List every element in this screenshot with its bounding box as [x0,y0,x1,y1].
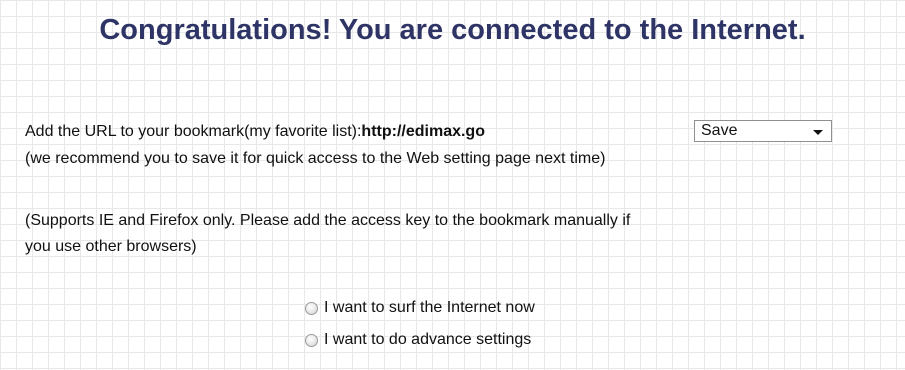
recommend-note: (we recommend you to save it for quick a… [25,150,606,167]
chevron-down-icon [813,130,823,135]
bookmark-url: http://edimax.go [361,123,485,140]
bookmark-action-value: Save [701,122,738,139]
radio-advance-settings[interactable] [305,333,318,347]
bookmark-prefix: Add the URL to your bookmark(my favorite… [25,123,362,140]
option-surf-label: I want to surf the Internet now [324,299,535,316]
page-title: Congratulations! You are connected to th… [99,14,806,46]
radio-surf-internet[interactable] [305,301,318,315]
option-surf-internet[interactable]: I want to surf the Internet now [305,298,535,318]
option-advance-settings[interactable]: I want to do advance settings [305,330,531,350]
support-note-line2: you use other browsers) [25,238,197,255]
option-advance-label: I want to do advance settings [324,331,532,348]
support-note-line1: (Supports IE and Firefox only. Please ad… [25,212,631,229]
bookmark-action-select[interactable]: Save [694,120,832,142]
bookmark-instruction: Add the URL to your bookmark(my favorite… [25,122,485,142]
